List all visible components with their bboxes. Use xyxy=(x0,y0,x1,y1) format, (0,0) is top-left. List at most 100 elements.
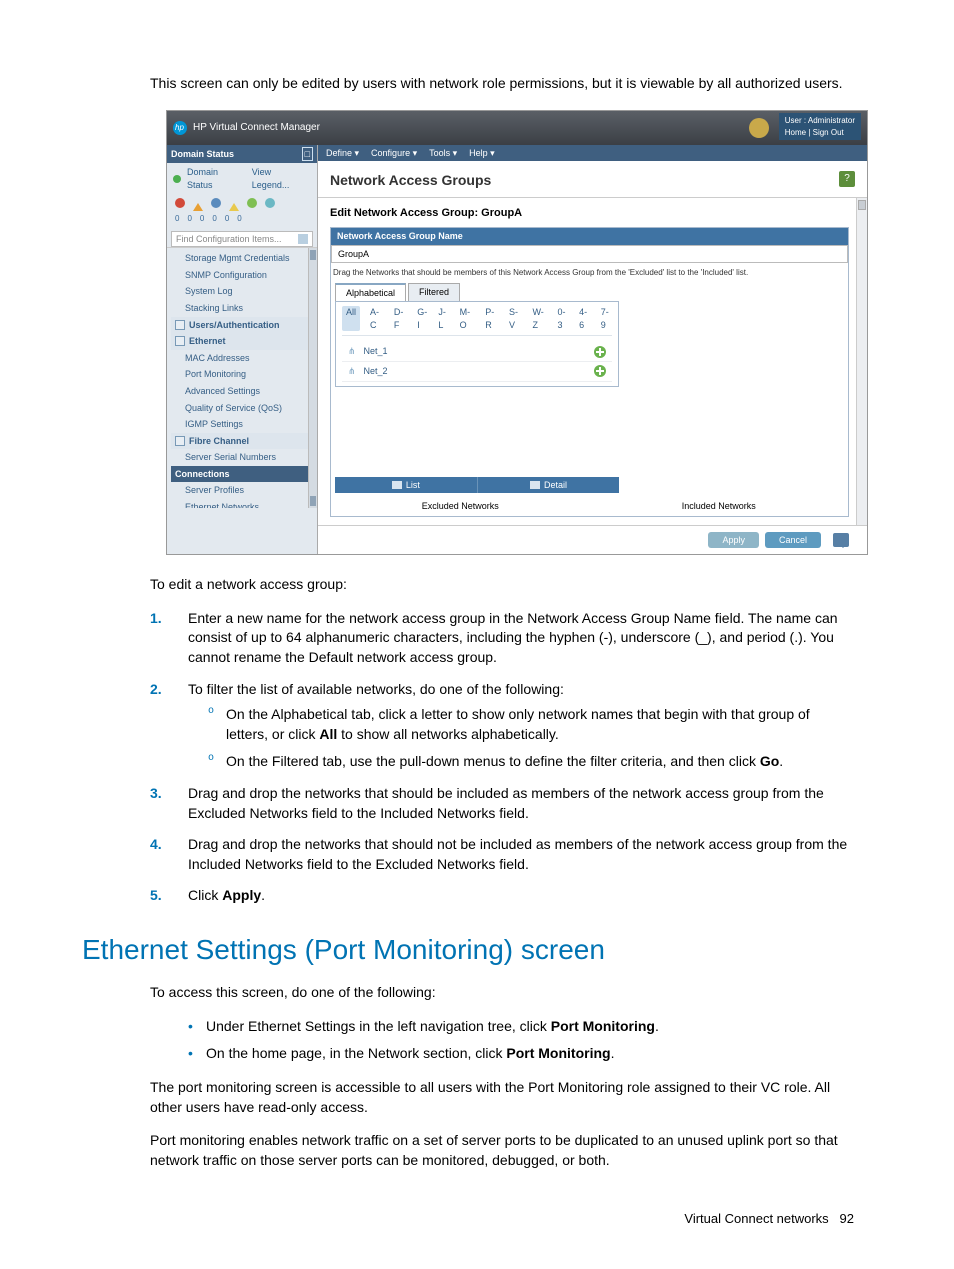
user-links[interactable]: Home | Sign Out xyxy=(785,127,855,138)
alpha-filter[interactable]: W-Z xyxy=(532,306,547,331)
tree-item[interactable]: MAC Addresses xyxy=(171,350,313,367)
access-bullet-1: Under Ethernet Settings in the left navi… xyxy=(188,1017,854,1037)
alpha-filter[interactable]: D-F xyxy=(394,306,407,331)
tree-item[interactable]: Port Monitoring xyxy=(171,366,313,383)
vcm-screenshot: HP Virtual Connect Manager User : Admini… xyxy=(166,110,868,556)
drag-instruction: Drag the Networks that should be members… xyxy=(331,263,848,282)
included-networks-label: Included Networks xyxy=(590,497,849,516)
alpha-filter[interactable]: S-V xyxy=(509,306,522,331)
scroll-up-icon[interactable] xyxy=(310,250,316,260)
ribbon-icon xyxy=(745,114,773,142)
view-legend-link[interactable]: View Legend... xyxy=(252,166,311,191)
edit-section-title: Edit Network Access Group: GroupA xyxy=(330,206,849,221)
unknown-icon xyxy=(265,198,275,208)
apply-button[interactable]: Apply xyxy=(708,532,759,549)
tree-item[interactable]: Server Serial Numbers xyxy=(171,449,313,466)
tree-item[interactable]: Quality of Service (QoS) xyxy=(171,400,313,417)
severity-counts: 0 0 0 0 0 0 xyxy=(167,213,317,228)
menu-define[interactable]: Define ▾ xyxy=(326,147,359,160)
tree-item[interactable]: Server Profiles xyxy=(171,482,313,499)
menu-configure[interactable]: Configure ▾ xyxy=(371,147,417,160)
alpha-filter[interactable]: 0-3 xyxy=(557,306,569,331)
alpha-filter[interactable]: All xyxy=(342,306,360,331)
step-1: Enter a new name for the network access … xyxy=(150,609,854,668)
intro-paragraph: This screen can only be edited by users … xyxy=(150,74,854,94)
menu-help[interactable]: Help ▾ xyxy=(469,147,495,160)
detail-icon xyxy=(530,481,540,489)
user-label: User : Administrator xyxy=(785,115,855,126)
page-footer: Virtual Connect networks 92 xyxy=(150,1210,854,1228)
group-name-input[interactable]: GroupA xyxy=(331,245,848,264)
content-scroll-up-icon[interactable] xyxy=(858,200,866,210)
page-title: Network Access Groups xyxy=(330,171,491,191)
collapse-icon[interactable]: □ xyxy=(302,147,313,162)
user-info-box: User : Administrator Home | Sign Out xyxy=(779,113,861,139)
domain-status-link[interactable]: Domain Status xyxy=(187,166,246,191)
menu-tools[interactable]: Tools ▾ xyxy=(429,147,457,160)
step-2b: On the Filtered tab, use the pull-down m… xyxy=(208,752,854,772)
section-heading: Ethernet Settings (Port Monitoring) scre… xyxy=(82,930,854,969)
hp-logo-icon xyxy=(173,121,187,135)
tree-item[interactable]: System Log xyxy=(171,283,313,300)
step-2: To filter the list of available networks… xyxy=(150,680,854,772)
port-monitoring-para-2: Port monitoring enables network traffic … xyxy=(150,1131,854,1170)
tree-item[interactable]: Users/Authentication xyxy=(171,317,313,334)
main-menu[interactable]: Define ▾ Configure ▾ Tools ▾ Help ▾ xyxy=(318,145,867,162)
port-monitoring-para-1: The port monitoring screen is accessible… xyxy=(150,1078,854,1117)
help-icon[interactable]: ? xyxy=(839,171,855,187)
add-network-icon[interactable] xyxy=(594,346,606,358)
cancel-button[interactable]: Cancel xyxy=(765,532,821,549)
step-3: Drag and drop the networks that should b… xyxy=(150,784,854,823)
network-icon: ⋔ xyxy=(348,345,356,358)
network-icon: ⋔ xyxy=(348,365,356,378)
add-network-icon[interactable] xyxy=(594,365,606,377)
edit-steps-list: Enter a new name for the network access … xyxy=(150,609,854,906)
edit-instruction: To edit a network access group: xyxy=(150,575,854,595)
right-panel: Define ▾ Configure ▾ Tools ▾ Help ▾ Netw… xyxy=(318,145,867,555)
access-intro: To access this screen, do one of the fol… xyxy=(150,983,854,1003)
network-row[interactable]: ⋔Net_2 xyxy=(342,362,612,382)
critical-icon xyxy=(175,198,185,208)
step-5: Click Apply. xyxy=(150,886,854,906)
scroll-down-icon[interactable] xyxy=(310,496,316,506)
status-ok-icon xyxy=(173,175,181,183)
alpha-filter[interactable]: A-C xyxy=(370,306,384,331)
content-scrollbar[interactable] xyxy=(856,198,867,525)
tab-filtered[interactable]: Filtered xyxy=(408,283,460,302)
alpha-filter[interactable]: 4-6 xyxy=(579,306,591,331)
tree-item[interactable]: SNMP Configuration xyxy=(171,267,313,284)
severity-icons xyxy=(167,194,317,213)
navigation-tree[interactable]: Storage Mgmt CredentialsSNMP Configurati… xyxy=(167,247,317,508)
alpha-filter[interactable]: M-O xyxy=(460,306,476,331)
network-list[interactable]: ⋔Net_1⋔Net_2 xyxy=(342,342,612,381)
alpha-filter[interactable]: J-L xyxy=(438,306,449,331)
alpha-filter[interactable]: P-R xyxy=(485,306,499,331)
tree-item[interactable]: Ethernet xyxy=(171,333,313,350)
tab-alphabetical[interactable]: Alphabetical xyxy=(335,283,406,302)
access-bullet-2: On the home page, in the Network section… xyxy=(188,1044,854,1064)
tree-item[interactable]: Connections xyxy=(171,466,313,483)
app-title: HP Virtual Connect Manager xyxy=(193,121,320,135)
chat-icon[interactable] xyxy=(833,533,849,547)
tree-item[interactable]: Ethernet Networks xyxy=(171,499,313,508)
alpha-filter[interactable]: G-I xyxy=(417,306,428,331)
access-bullets: Under Ethernet Settings in the left navi… xyxy=(150,1017,854,1064)
tree-item[interactable]: Storage Mgmt Credentials xyxy=(171,250,313,267)
alpha-filter[interactable]: 7-9 xyxy=(601,306,613,331)
excluded-networks-label: Excluded Networks xyxy=(331,497,590,516)
alpha-filter-row[interactable]: All A-C D-F G-I J-L M-O P-R S-V W-Z 0-3 4-6 7-9 xyxy=(342,306,612,336)
tree-item[interactable]: IGMP Settings xyxy=(171,416,313,433)
tree-item[interactable]: Fibre Channel xyxy=(171,433,313,450)
find-input[interactable]: Find Configuration Items... xyxy=(171,231,313,248)
view-list-button[interactable]: List xyxy=(335,477,478,494)
find-go-icon[interactable] xyxy=(298,234,308,244)
tree-scrollbar[interactable] xyxy=(308,248,317,508)
network-row[interactable]: ⋔Net_1 xyxy=(342,342,612,362)
major-icon xyxy=(193,198,203,211)
step-4: Drag and drop the networks that should n… xyxy=(150,835,854,874)
ok-icon xyxy=(247,198,257,208)
name-field-header: Network Access Group Name xyxy=(331,228,848,245)
tree-item[interactable]: Stacking Links xyxy=(171,300,313,317)
tree-item[interactable]: Advanced Settings xyxy=(171,383,313,400)
view-detail-button[interactable]: Detail xyxy=(478,477,620,494)
